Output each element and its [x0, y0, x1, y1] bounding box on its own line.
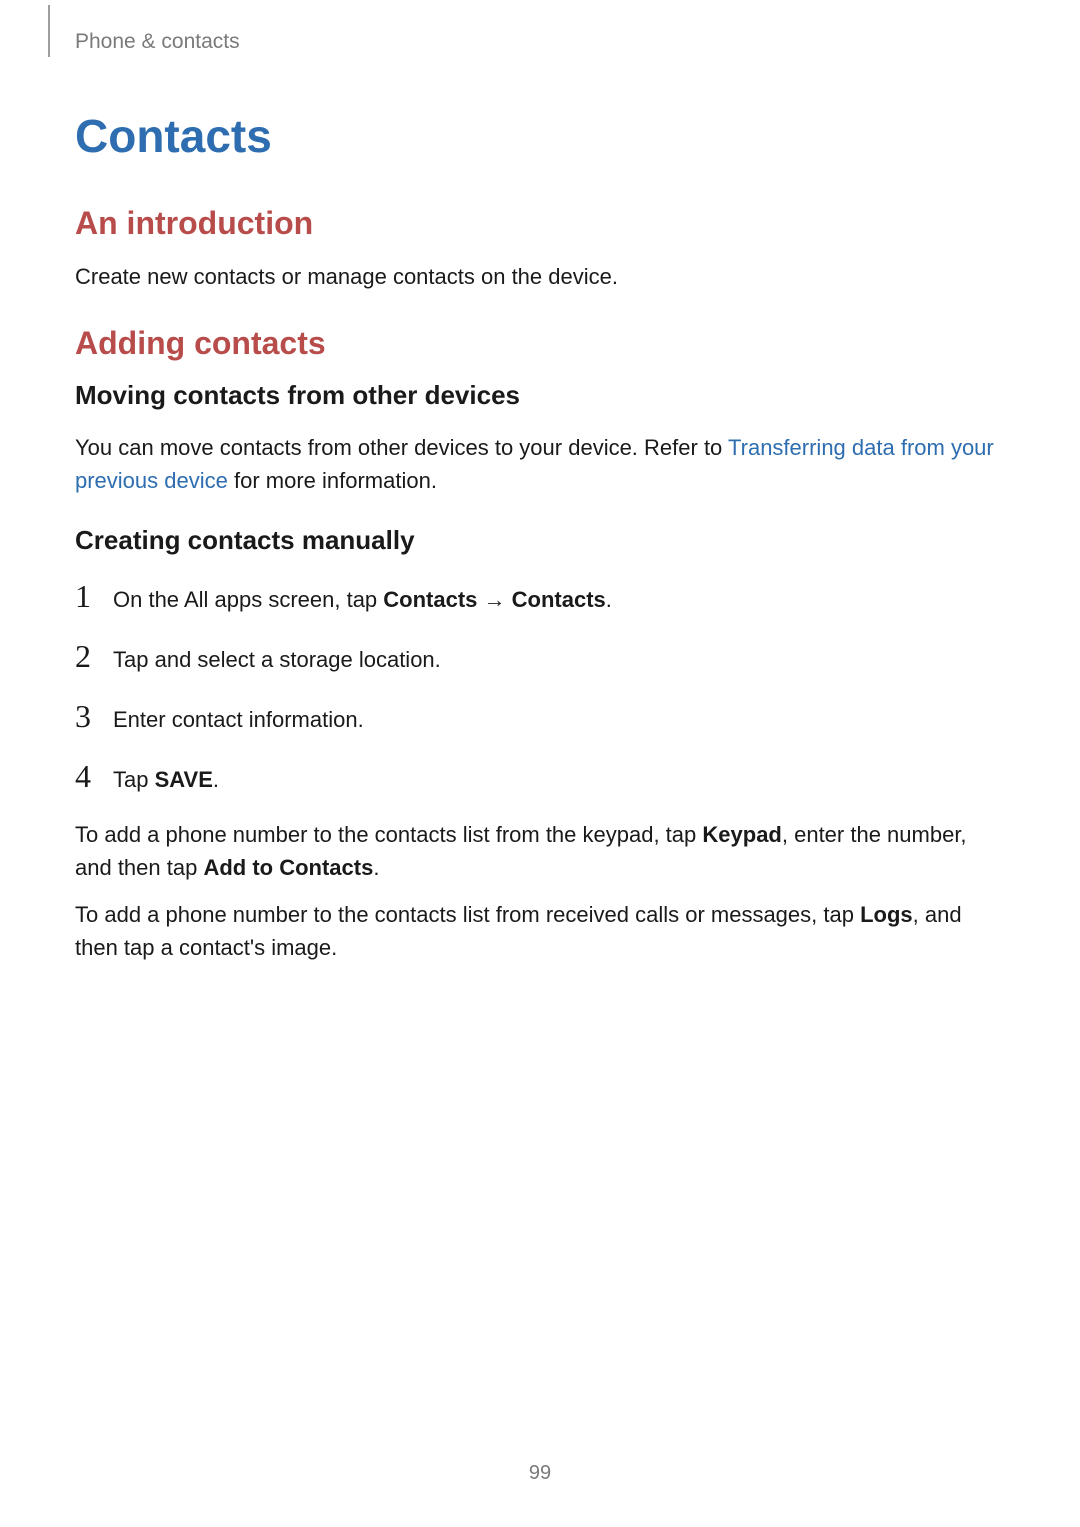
- step-2-text: Tap and select a storage location.: [113, 643, 441, 676]
- page-title: Contacts: [75, 109, 1005, 163]
- step-1-bold1: Contacts: [383, 587, 477, 612]
- step-1-text: On the All apps screen, tap Contacts → C…: [113, 583, 612, 616]
- step-1-number: 1: [75, 578, 113, 615]
- step-2-pre: Tap: [113, 647, 155, 672]
- note-1-pre: To add a phone number to the contacts li…: [75, 822, 702, 847]
- moving-body: You can move contacts from other devices…: [75, 431, 1005, 497]
- note-2: To add a phone number to the contacts li…: [75, 898, 1005, 964]
- step-1: 1 On the All apps screen, tap Contacts →…: [75, 578, 1005, 616]
- breadcrumb: Phone & contacts: [75, 30, 1005, 54]
- step-3-text: Enter contact information.: [113, 703, 364, 736]
- step-4-text: Tap SAVE.: [113, 763, 219, 796]
- page-number: 99: [0, 1462, 1080, 1485]
- step-1-post: .: [606, 587, 612, 612]
- moving-body-pre: You can move contacts from other devices…: [75, 435, 728, 460]
- moving-heading: Moving contacts from other devices: [75, 380, 1005, 411]
- note-1-bold1: Keypad: [702, 822, 781, 847]
- note-2-pre: To add a phone number to the contacts li…: [75, 902, 860, 927]
- arrow-icon: →: [477, 587, 511, 612]
- step-1-bold2: Contacts: [512, 587, 606, 612]
- step-3-number: 3: [75, 698, 113, 735]
- step-1-pre: On the All apps screen, tap: [113, 587, 383, 612]
- step-4-bold: SAVE: [155, 767, 213, 792]
- header-divider: [48, 5, 50, 57]
- step-2-number: 2: [75, 638, 113, 675]
- step-3: 3 Enter contact information.: [75, 698, 1005, 736]
- section-intro-body: Create new contacts or manage contacts o…: [75, 260, 1005, 293]
- step-4-post: .: [213, 767, 219, 792]
- creating-heading: Creating contacts manually: [75, 525, 1005, 556]
- section-adding-heading: Adding contacts: [75, 325, 1005, 362]
- note-1-post: .: [373, 855, 379, 880]
- steps-list: 1 On the All apps screen, tap Contacts →…: [75, 578, 1005, 796]
- step-2-post: and select a storage location.: [155, 647, 441, 672]
- step-2: 2 Tap and select a storage location.: [75, 638, 1005, 676]
- section-intro-heading: An introduction: [75, 205, 1005, 242]
- note-2-bold1: Logs: [860, 902, 913, 927]
- step-4-pre: Tap: [113, 767, 155, 792]
- step-4: 4 Tap SAVE.: [75, 758, 1005, 796]
- moving-body-post: for more information.: [228, 468, 437, 493]
- step-4-number: 4: [75, 758, 113, 795]
- note-1: To add a phone number to the contacts li…: [75, 818, 1005, 884]
- note-1-bold2: Add to Contacts: [203, 855, 373, 880]
